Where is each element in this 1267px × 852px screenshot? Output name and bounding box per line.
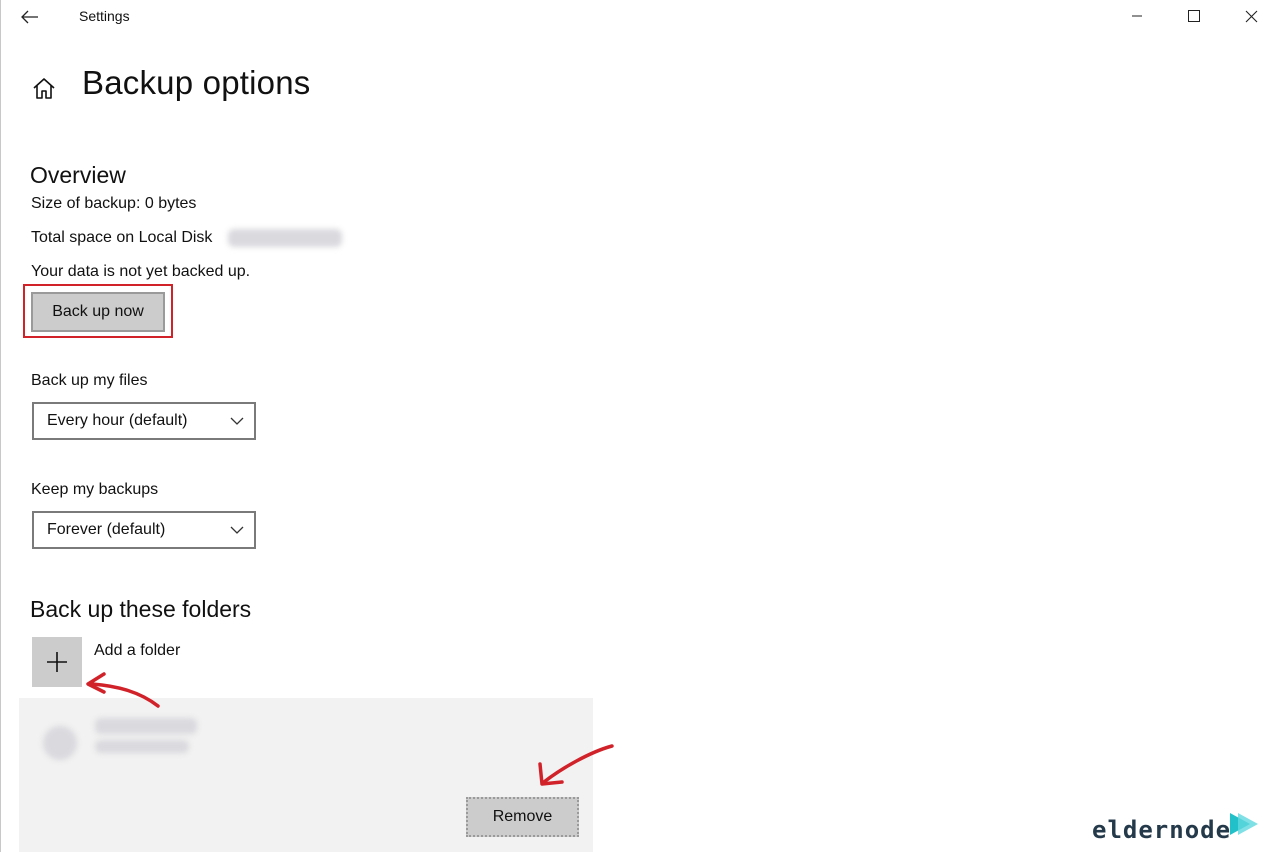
plus-icon (47, 652, 67, 672)
window-edge (0, 0, 1, 852)
annotation-arrow-icon (86, 672, 160, 708)
backup-size-text: Size of backup: 0 bytes (31, 195, 197, 212)
maximize-button[interactable] (1171, 0, 1217, 32)
back-button[interactable] (14, 4, 46, 30)
add-folder-label[interactable]: Add a folder (94, 642, 180, 660)
arrow-left-icon (21, 10, 38, 24)
blurred-folder-path (95, 740, 189, 753)
minimize-icon (1132, 15, 1142, 17)
back-up-now-button[interactable]: Back up now (31, 292, 165, 332)
close-button[interactable] (1228, 0, 1267, 32)
add-folder-button[interactable] (32, 637, 82, 687)
home-icon[interactable] (30, 74, 58, 102)
blurred-disk-size (228, 229, 342, 247)
overview-heading: Overview (30, 162, 126, 188)
play-logo-icon (1230, 813, 1258, 835)
app-title: Settings (79, 8, 130, 24)
blurred-folder-name (95, 718, 197, 734)
backup-frequency-dropdown[interactable]: Every hour (default) (32, 402, 256, 440)
backup-folders-heading: Back up these folders (30, 596, 252, 622)
remove-folder-button[interactable]: Remove (466, 797, 579, 837)
keep-backups-label: Keep my backups (31, 481, 159, 498)
eldernode-watermark: eldernode (1092, 816, 1232, 844)
keep-backups-dropdown[interactable]: Forever (default) (32, 511, 256, 549)
total-space-text: Total space on Local Disk (31, 229, 213, 246)
chevron-down-icon (230, 526, 244, 534)
chevron-down-icon (230, 417, 244, 425)
folder-icon (43, 726, 77, 760)
maximize-icon (1188, 10, 1200, 22)
minimize-button[interactable] (1114, 0, 1160, 32)
page-title: Backup options (82, 64, 311, 101)
close-icon (1245, 10, 1257, 22)
keep-backups-value: Forever (default) (47, 521, 166, 538)
annotation-arrow-icon (538, 744, 614, 786)
backup-frequency-value: Every hour (default) (47, 412, 188, 429)
backup-status-text: Your data is not yet backed up. (31, 263, 251, 280)
backup-frequency-label: Back up my files (31, 372, 148, 389)
